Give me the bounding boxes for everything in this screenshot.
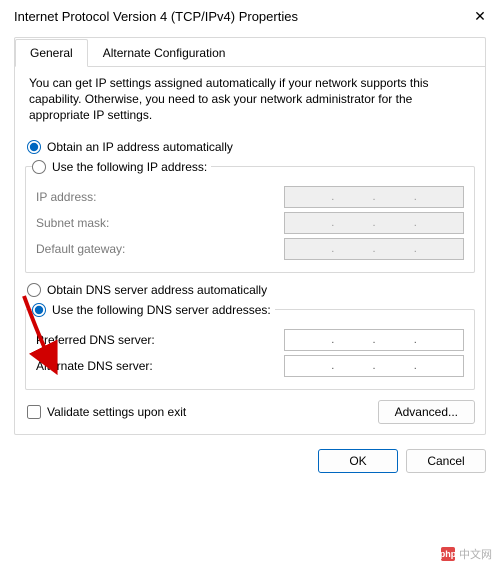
tab-bar: General Alternate Configuration xyxy=(15,38,485,67)
tab-general[interactable]: General xyxy=(15,39,88,67)
watermark: php 中文网 xyxy=(441,546,492,562)
ip-address-label: IP address: xyxy=(36,190,96,204)
validate-label: Validate settings upon exit xyxy=(47,405,186,419)
ip-auto-label: Obtain an IP address automatically xyxy=(47,140,233,154)
ip-auto-radio-input[interactable] xyxy=(27,140,41,154)
ip-manual-group: Use the following IP address: IP address… xyxy=(25,160,475,273)
dns-auto-label: Obtain DNS server address automatically xyxy=(47,283,267,297)
preferred-dns-label: Preferred DNS server: xyxy=(36,333,155,347)
validate-checkbox-input[interactable] xyxy=(27,405,41,419)
alternate-dns-label: Alternate DNS server: xyxy=(36,359,153,373)
subnet-mask-input: ... xyxy=(284,212,464,234)
window-title: Internet Protocol Version 4 (TCP/IPv4) P… xyxy=(14,9,298,24)
dns-manual-group: Use the following DNS server addresses: … xyxy=(25,303,475,390)
dns-manual-label: Use the following DNS server addresses: xyxy=(52,303,271,317)
dns-auto-radio-input[interactable] xyxy=(27,283,41,297)
ip-manual-radio[interactable]: Use the following IP address: xyxy=(32,160,207,174)
alternate-dns-input[interactable]: ... xyxy=(284,355,464,377)
cancel-button[interactable]: Cancel xyxy=(406,449,486,473)
ip-auto-radio[interactable]: Obtain an IP address automatically xyxy=(27,140,473,154)
preferred-dns-input[interactable]: ... xyxy=(284,329,464,351)
watermark-text: 中文网 xyxy=(459,546,492,562)
ok-button[interactable]: OK xyxy=(318,449,398,473)
intro-text: You can get IP settings assigned automat… xyxy=(29,75,471,124)
subnet-mask-label: Subnet mask: xyxy=(36,216,109,230)
dns-manual-radio-input[interactable] xyxy=(32,303,46,317)
dns-auto-radio[interactable]: Obtain DNS server address automatically xyxy=(27,283,473,297)
validate-checkbox[interactable]: Validate settings upon exit xyxy=(27,405,186,419)
tab-alternate[interactable]: Alternate Configuration xyxy=(88,39,241,67)
advanced-button[interactable]: Advanced... xyxy=(378,400,475,424)
ip-address-input: ... xyxy=(284,186,464,208)
default-gateway-input: ... xyxy=(284,238,464,260)
ip-manual-radio-input[interactable] xyxy=(32,160,46,174)
ip-manual-label: Use the following IP address: xyxy=(52,160,207,174)
dns-manual-radio[interactable]: Use the following DNS server addresses: xyxy=(32,303,271,317)
close-icon[interactable]: ✕ xyxy=(472,8,488,25)
php-logo-icon: php xyxy=(441,547,455,561)
default-gateway-label: Default gateway: xyxy=(36,242,125,256)
